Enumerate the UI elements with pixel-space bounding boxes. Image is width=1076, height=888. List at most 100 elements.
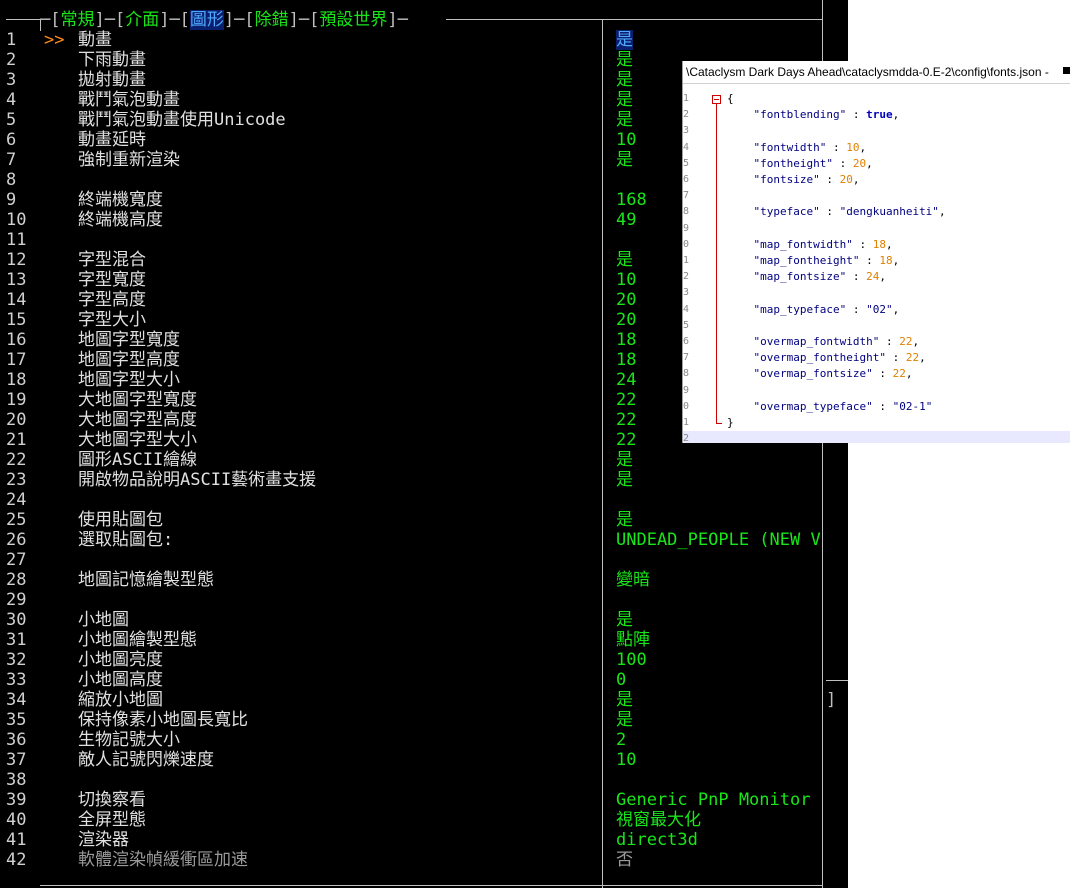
option-value[interactable]: 是 [616,150,633,170]
code-line[interactable]: 7 "overmap_fontheight" : 22, [683,350,1070,366]
row-number: 32 [6,650,27,670]
option-row[interactable]: 31 小地圖繪製型態 點陣 [0,630,848,650]
code-line[interactable]: 4 "map_typeface" : "02", [683,302,1070,318]
row-number: 33 [6,670,27,690]
code-line[interactable]: 9 [683,221,1070,237]
option-value[interactable]: 10 [616,750,636,770]
option-row[interactable]: 34 縮放小地圖 是 [0,690,848,710]
code-line[interactable]: 8 "overmap_fontsize" : 22, [683,366,1070,382]
line-number: 4 [683,303,690,315]
code-text: "overmap_fontheight" : 22, [727,351,926,365]
option-row[interactable]: 35 保持像素小地圖長寬比 是 [0,710,848,730]
option-row[interactable]: 22 圖形ASCII繪線 是 [0,450,848,470]
option-value[interactable]: 22 [616,430,636,450]
option-value[interactable]: 是 [616,30,633,50]
option-row[interactable]: 41 渲染器 direct3d [0,830,848,850]
option-value[interactable]: 49 [616,210,636,230]
option-row: 24 [0,490,848,510]
option-value[interactable]: 是 [616,90,633,110]
code-line[interactable]: 5 "fontheight" : 20, [683,156,1070,172]
window-control-icon[interactable] [1063,67,1070,74]
option-value[interactable]: 否 [616,850,633,870]
option-value[interactable]: 20 [616,310,636,330]
option-value[interactable]: 是 [616,110,633,130]
option-row[interactable]: 36 生物記號大小 2 [0,730,848,750]
option-value[interactable]: 是 [616,690,633,710]
option-value[interactable]: 22 [616,390,636,410]
code-line[interactable]: 4 "fontwidth" : 10, [683,140,1070,156]
code-line[interactable]: 1{ [683,91,1070,107]
option-row[interactable]: 30 小地圖 是 [0,610,848,630]
code-line[interactable]: 8 "typeface" : "dengkuanheiti", [683,204,1070,220]
row-number: 1 [6,30,17,50]
option-value[interactable]: 10 [616,130,636,150]
row-number: 18 [6,370,27,390]
code-line[interactable]: 6 "overmap_fontwidth" : 22, [683,334,1070,350]
option-value[interactable]: 18 [616,350,636,370]
code-line[interactable]: 5 [683,318,1070,334]
tab-general[interactable]: 常規 [60,10,94,30]
option-value[interactable]: 是 [616,470,633,490]
option-value[interactable]: 是 [616,710,633,730]
tab-interface[interactable]: 介面 [125,10,159,30]
code-line[interactable]: 3 [683,285,1070,301]
line-number: 6 [683,174,690,185]
code-line[interactable]: 2 "map_fontsize" : 24, [683,269,1070,285]
option-value[interactable]: 是 [616,250,633,270]
option-value[interactable]: 22 [616,410,636,430]
row-number: 42 [6,850,27,870]
option-row[interactable]: 32 小地圖亮度 100 [0,650,848,670]
option-value[interactable]: 24 [616,370,636,390]
option-value[interactable]: Generic PnP Monitor [616,790,810,810]
row-number: 35 [6,710,27,730]
line-number: 7 [683,190,690,202]
code-line[interactable]: 2 [683,431,1070,443]
option-row[interactable]: 40 全屏型態 視窗最大化 [0,810,848,830]
code-line[interactable]: 9 [683,383,1070,399]
row-number: 26 [6,530,27,550]
option-value[interactable]: 是 [616,450,633,470]
option-value[interactable]: 是 [616,510,633,530]
tab-graphics[interactable]: 圖形 [189,10,224,30]
option-value[interactable]: 168 [616,190,647,210]
fold-toggle-icon[interactable] [712,94,721,104]
option-row[interactable]: 23 開啟物品說明ASCII藝術畫支援 是 [0,470,848,490]
tab-world-defaults[interactable]: 預設世界 [319,10,387,30]
code-text: "fontblending" : true, [727,108,900,122]
option-value[interactable]: 是 [616,50,633,70]
option-row[interactable]: 1 >> 動畫 是 [0,30,848,50]
option-value[interactable]: 18 [616,330,636,350]
option-value[interactable]: direct3d [616,830,698,850]
code-line[interactable]: 1} [683,415,1070,431]
option-value[interactable]: 10 [616,270,636,290]
option-value[interactable]: 0 [616,670,626,690]
option-value[interactable]: 2 [616,730,626,750]
code-line[interactable]: 7 [683,188,1070,204]
option-row[interactable]: 39 切換察看 Generic PnP Monitor [0,790,848,810]
option-value[interactable]: 點陣 [616,630,650,650]
code-line[interactable]: 0 "overmap_typeface" : "02-1" [683,399,1070,415]
code-line[interactable]: 6 "fontsize" : 20, [683,172,1070,188]
tab-debug[interactable]: 除錯 [255,10,289,30]
option-value[interactable]: 20 [616,290,636,310]
option-value[interactable]: 變暗 [616,570,650,590]
code-line[interactable]: 2 "fontblending" : true, [683,107,1070,123]
option-row[interactable]: 26 選取貼圖包: UNDEAD_PEOPLE (NEW V [0,530,848,550]
option-value[interactable]: 是 [616,610,633,630]
option-row[interactable]: 33 小地圖高度 0 [0,670,848,690]
code-text: "overmap_fontsize" : 22, [727,367,913,381]
code-line[interactable]: 0 "map_fontwidth" : 18, [683,237,1070,253]
option-row[interactable]: 37 敵人記號閃爍速度 10 [0,750,848,770]
option-row: 29 [0,590,848,610]
row-number: 5 [6,110,17,130]
option-row[interactable]: 28 地圖記憶繪製型態 變暗 [0,570,848,590]
option-row[interactable]: 25 使用貼圖包 是 [0,510,848,530]
row-number: 30 [6,610,27,630]
option-value[interactable]: 是 [616,70,633,90]
code-line[interactable]: 1 "map_fontheight" : 18, [683,253,1070,269]
code-line[interactable]: 3 [683,123,1070,139]
option-row[interactable]: 42 軟體渲染幀緩衝區加速 否 [0,850,848,870]
option-value[interactable]: 100 [616,650,647,670]
option-value[interactable]: UNDEAD_PEOPLE (NEW V [616,530,821,550]
option-value[interactable]: 視窗最大化 [616,810,701,830]
